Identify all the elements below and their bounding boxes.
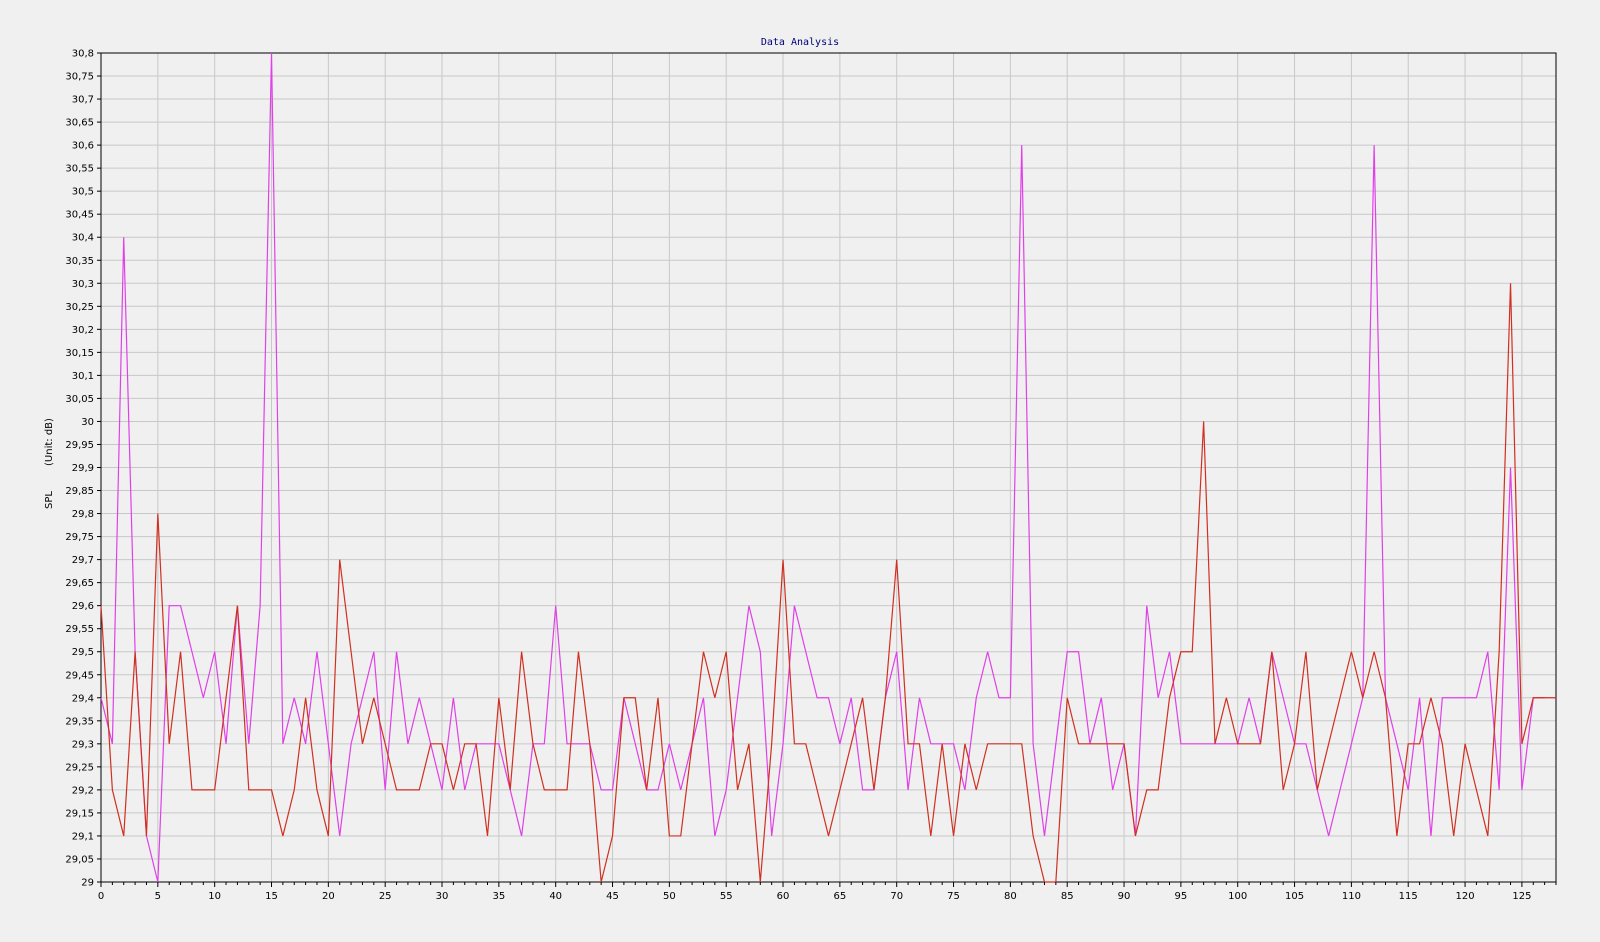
y-tick-label: 30,35 [65, 256, 94, 267]
y-tick-label: 30,3 [72, 279, 94, 290]
x-tick-label: 25 [379, 891, 392, 902]
x-tick-label: 40 [549, 891, 562, 902]
y-tick-label: 30,1 [72, 371, 94, 382]
y-tick-label: 29,05 [65, 854, 94, 865]
y-tick-label: 30,4 [72, 233, 94, 244]
y-tick-label: 29,6 [72, 601, 94, 612]
y-axis: 29 29,05 29,1 29,15 29,2 29,25 29,3 29,35 29,4 29… [65, 49, 101, 889]
y-tick-label: 29,25 [65, 762, 94, 773]
x-tick-label: 80 [1004, 891, 1017, 902]
y-tick-label: 29,8 [72, 509, 94, 520]
y-tick-label: 30 [81, 417, 94, 428]
y-tick-label: 29,95 [65, 440, 94, 451]
y-axis-unit: (Unit: dB) [44, 418, 55, 466]
chart-title: Data Analysis [761, 37, 839, 48]
y-tick-label: 29,9 [72, 463, 94, 474]
y-tick-label: 29,45 [65, 670, 94, 681]
y-tick-label: 30,6 [72, 141, 94, 152]
y-tick-label: 30,25 [65, 302, 94, 313]
x-tick-label: 95 [1175, 891, 1188, 902]
x-tick-label: 75 [947, 891, 960, 902]
x-tick-label: 30 [436, 891, 449, 902]
y-tick-label: 29,35 [65, 716, 94, 727]
x-tick-label: 105 [1285, 891, 1304, 902]
x-tick-label: 15 [265, 891, 278, 902]
y-tick-label: 29,2 [72, 785, 94, 796]
y-axis-label: SPL [44, 491, 55, 509]
y-tick-label: 30,45 [65, 210, 94, 221]
y-axis-label-group: SPL (Unit: dB) [44, 418, 55, 509]
chart-container: Data Analysis 29 29,05 29,1 29,15 29,2 29,25 2… [0, 0, 1600, 937]
y-tick-label: 29,75 [65, 532, 94, 543]
x-tick-label: 35 [492, 891, 505, 902]
x-tick-label: 20 [322, 891, 335, 902]
x-tick-label: 0 [98, 891, 104, 902]
y-tick-label: 29 [81, 878, 94, 889]
y-tick-label: 29,5 [72, 647, 94, 658]
y-tick-label: 29,55 [65, 624, 94, 635]
x-tick-label: 120 [1456, 891, 1475, 902]
y-tick-label: 29,1 [72, 831, 94, 842]
x-tick-label: 100 [1228, 891, 1247, 902]
x-tick-label: 60 [777, 891, 790, 902]
x-tick-label: 110 [1342, 891, 1361, 902]
x-tick-label: 65 [834, 891, 847, 902]
x-tick-label: 10 [208, 891, 221, 902]
x-tick-label: 115 [1399, 891, 1418, 902]
y-tick-label: 30,7 [72, 95, 94, 106]
y-tick-label: 30,8 [72, 49, 94, 60]
y-tick-label: 30,75 [65, 72, 94, 83]
x-tick-label: 70 [890, 891, 903, 902]
x-tick-label: 125 [1512, 891, 1531, 902]
y-tick-label: 30,05 [65, 394, 94, 405]
y-tick-label: 30,2 [72, 325, 94, 336]
x-tick-label: 45 [606, 891, 619, 902]
x-tick-label: 90 [1118, 891, 1131, 902]
y-tick-label: 29,3 [72, 739, 94, 750]
y-tick-label: 29,65 [65, 578, 94, 589]
x-tick-label: 85 [1061, 891, 1074, 902]
y-tick-label: 30,55 [65, 164, 94, 175]
grid [100, 52, 1556, 883]
line-chart: Data Analysis 2929,0529,129,1529,229,252… [44, 37, 1557, 902]
y-tick-label: 30,5 [72, 187, 94, 198]
x-tick-label: 5 [155, 891, 161, 902]
y-tick-label: 29,7 [72, 555, 94, 566]
x-tick-label: 50 [663, 891, 676, 902]
y-tick-label: 29,4 [72, 693, 94, 704]
y-tick-label: 30,15 [65, 348, 94, 359]
y-tick-label: 29,85 [65, 486, 94, 497]
x-tick-label: 55 [720, 891, 733, 902]
y-tick-label: 30,65 [65, 118, 94, 129]
x-axis: 0 5 10 15 20 25 30 35 40 45 50 55 60 65 70 75 80 85 90 95 10… [98, 882, 1557, 902]
y-tick-label: 29,15 [65, 808, 94, 819]
